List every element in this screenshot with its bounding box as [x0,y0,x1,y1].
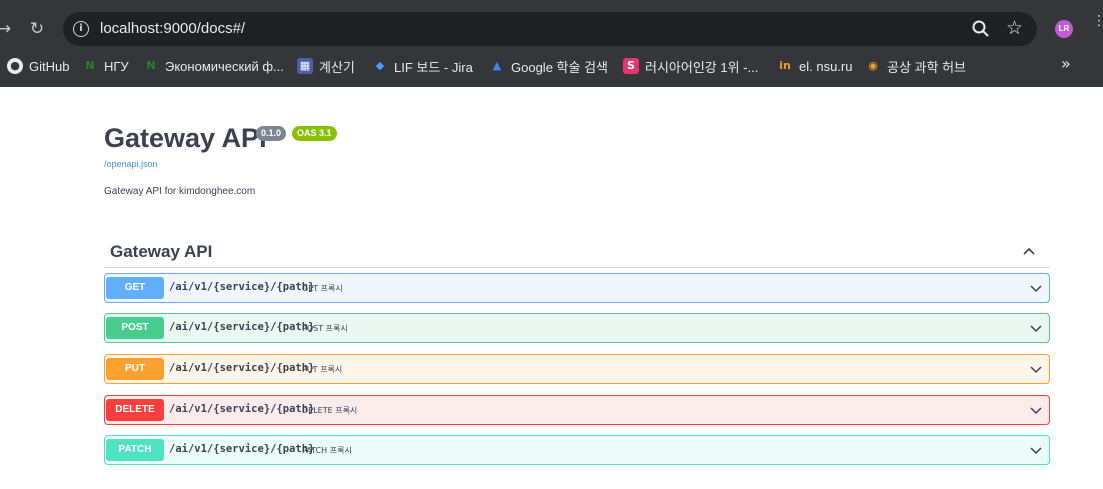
method-badge: POST [106,317,164,339]
chevron-down-icon[interactable] [1030,444,1042,456]
operation-put[interactable]: PUT /ai/v1/{service}/{path} PUT 프록시 [104,354,1050,384]
bookmark-econ[interactable]: N Экономический ф... [143,57,284,75]
operation-post[interactable]: POST /ai/v1/{service}/{path} POST 프록시 [104,313,1050,343]
bookmark-label: НГУ [104,58,129,74]
method-badge: PUT [106,358,164,380]
method-badge: DELETE [106,399,164,421]
nsu-icon: in [779,59,791,72]
operation-path: /ai/v1/{service}/{path} [169,281,315,293]
operation-summary: POST 프록시 [302,324,348,333]
version-badge: 0.1.0 [256,126,287,141]
tag-name: Gateway API [110,242,213,261]
bookmarks-bar: ● GitHub N НГУ N Экономический ф... ▦ 계산… [0,54,1103,78]
oas-badge: OAS 3.1 [292,126,337,141]
calculator-icon: ▦ [297,58,313,74]
forward-icon[interactable]: → [0,17,16,41]
tag-section-header[interactable]: Gateway API [104,235,1050,268]
bookmark-nsu[interactable]: in el. nsu.ru [777,57,852,75]
reload-icon[interactable]: ↻ [25,17,49,41]
bookmark-label: 러시아어인강 1위 -... [645,59,759,75]
bookmark-scholar[interactable]: ▲ Google 학술 검색 [489,57,608,75]
operation-path: /ai/v1/{service}/{path} [169,321,315,333]
chevron-up-icon[interactable] [1022,244,1036,258]
bookmark-label: LIF 보드 - Jira [394,59,473,75]
openapi-spec-link[interactable]: /openapi.json [104,159,158,169]
bookmark-ngu[interactable]: N НГУ [82,57,129,75]
menu-icon[interactable]: ⋮ [1092,14,1103,28]
s-icon: S [623,58,639,74]
bookmark-label: el. nsu.ru [799,58,853,74]
chevron-down-icon[interactable] [1030,322,1042,334]
api-title: Gateway API [104,123,267,153]
bookmark-label: Google 학술 검색 [511,59,608,75]
operation-get[interactable]: GET /ai/v1/{service}/{path} GET 프록시 [104,273,1050,303]
operation-patch[interactable]: PATCH /ai/v1/{service}/{path} PATCH 프록시 [104,435,1050,465]
profile-avatar[interactable]: LR [1055,20,1073,38]
url-text[interactable]: localhost:9000/docs#/ [100,20,245,37]
chevron-down-icon[interactable] [1030,363,1042,375]
more-bookmarks-icon[interactable]: » [1061,54,1071,73]
bookmark-scifi[interactable]: ◉ 공상 과학 허브 [865,57,966,75]
chevron-down-icon[interactable] [1030,404,1042,416]
jira-icon: ◆ [375,59,385,72]
operation-summary: PATCH 프록시 [302,446,352,455]
browser-chrome: → ↻ i localhost:9000/docs#/ ☆ LR ⋮ ● Git… [0,0,1103,87]
bookmark-label: Экономический ф... [165,58,284,74]
address-bar[interactable]: i localhost:9000/docs#/ ☆ [63,12,1037,46]
site-info-icon[interactable]: i [73,21,89,37]
method-badge: GET [106,277,164,299]
operation-delete[interactable]: DELETE /ai/v1/{service}/{path} DELETE 프록… [104,395,1050,425]
operation-path: /ai/v1/{service}/{path} [169,403,315,415]
econ-icon: N [146,59,156,72]
chevron-down-icon[interactable] [1030,282,1042,294]
operation-summary: DELETE 프록시 [302,406,358,415]
operation-summary: PUT 프록시 [302,365,343,374]
operation-path: /ai/v1/{service}/{path} [169,362,315,374]
bookmark-label: 계산기 [319,59,355,75]
bookmark-jira[interactable]: ◆ LIF 보드 - Jira [372,57,473,75]
github-icon: ● [7,58,23,74]
scholar-icon: ▲ [492,59,502,72]
eye-icon: ◉ [868,59,878,72]
bookmark-russian[interactable]: S 러시아어인강 1위 -... [623,57,758,75]
operation-path: /ai/v1/{service}/{path} [169,443,315,455]
bookmark-star-icon[interactable]: ☆ [1006,17,1023,39]
bookmark-calculator[interactable]: ▦ 계산기 [297,57,355,75]
bookmark-label: GitHub [29,58,70,74]
bookmark-label: 공상 과학 허브 [887,59,966,75]
operation-summary: GET 프록시 [302,284,343,293]
ngu-icon: N [85,59,95,72]
api-description: Gateway API for kimdonghee.com [104,186,256,197]
zoom-icon[interactable] [971,19,991,39]
bookmark-github[interactable]: ● GitHub [7,57,69,75]
method-badge: PATCH [106,439,164,461]
